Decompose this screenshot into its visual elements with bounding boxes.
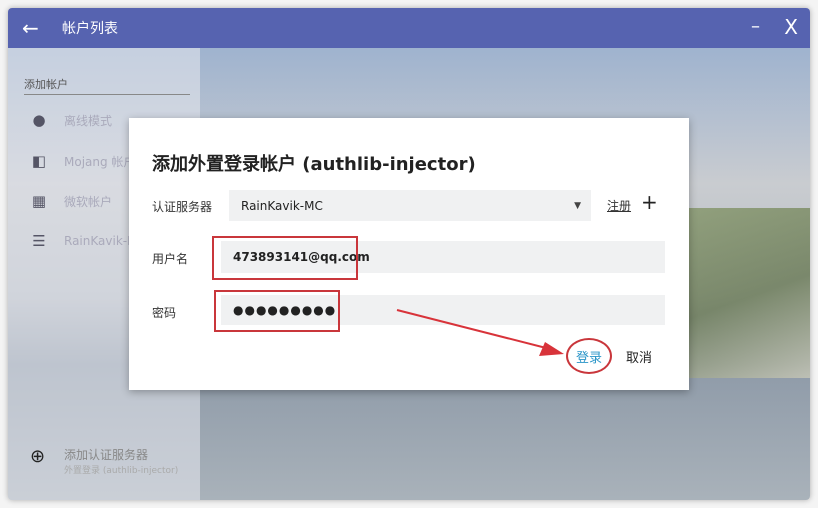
mojang-icon: ◧ (31, 152, 47, 170)
sidebar-item-label: 微软帐户 (64, 194, 113, 209)
minimize-button[interactable]: – (751, 16, 760, 37)
sidebar-item-microsoft[interactable]: ▦ 微软帐户 (28, 192, 112, 210)
back-arrow-icon[interactable]: ← (22, 16, 42, 40)
sidebar-item-offline[interactable]: ● 离线模式 (28, 111, 112, 129)
cancel-button[interactable]: 取消 (626, 347, 652, 366)
add-server-sublabel: 外置登录 (authlib-injector) (64, 466, 179, 476)
server-icon: ☰ (32, 232, 46, 250)
sidebar-item-label: Mojang 帐户 (64, 154, 136, 169)
close-button[interactable]: X (784, 15, 798, 39)
title-bar: ← 帐户列表 – X (8, 8, 810, 48)
add-auth-server-button[interactable]: ⊕ 添加认证服务器 外置登录 (authlib-injector) (30, 446, 178, 476)
add-server-label: 添加认证服务器 (64, 448, 149, 462)
sidebar-item-label: 离线模式 (64, 113, 113, 128)
section-header: 添加帐户 (24, 76, 190, 95)
highlight-circle-login (566, 338, 612, 374)
sidebar-item-mojang[interactable]: ◧ Mojang 帐户 (28, 152, 136, 170)
add-circle-icon: ⊕ (30, 446, 46, 467)
microsoft-icon: ▦ (31, 192, 47, 210)
add-account-dialog: 添加外置登录帐户 (authlib-injector) 认证服务器 RainKa… (129, 118, 689, 390)
window-title: 帐户列表 (62, 21, 118, 37)
person-icon: ● (32, 111, 46, 129)
